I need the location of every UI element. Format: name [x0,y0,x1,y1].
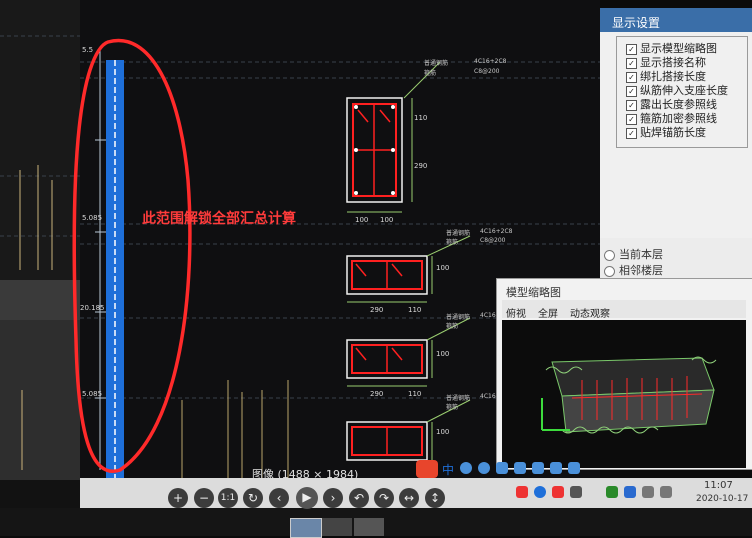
setting-label: 箍筋加密参照线 [640,112,717,125]
rebar-note: 普通钢筋 [446,314,471,321]
filmstrip-thumbnail[interactable] [354,518,384,536]
level-mark: 5.5 [82,46,94,54]
checkbox-icon[interactable]: ✓ [626,43,637,55]
checkbox-icon[interactable]: ✓ [626,71,637,83]
dimension-label: 290 [370,306,384,314]
rebar-note: 箍筋 [446,239,459,246]
rotate-left-button[interactable]: ↶ [349,488,369,508]
setting-label: 纵筋伸入支座长度 [640,84,728,97]
checkbox-icon[interactable]: ✓ [626,127,637,139]
rebar-note: 普通钢筋 [446,230,471,237]
radio-label: 当前本层 [619,248,663,261]
dimension-label: 100 [355,216,369,224]
previous-button[interactable]: ‹ [269,488,289,508]
setting-show-lap-name[interactable]: ✓ 显示搭接名称 [626,56,706,69]
rebar-note: 箍筋 [446,404,459,411]
setting-label: 贴焊锚筋长度 [640,126,706,139]
setting-label: 显示模型缩略图 [640,42,717,55]
section-1 [346,61,441,213]
rebar-note: 箍筋 [424,70,437,77]
dimension-label: 290 [414,162,428,170]
rebar-tag: C8@200 [480,237,506,244]
zoom-out-button[interactable]: − [194,488,214,508]
play-button[interactable]: ▶ [296,487,318,509]
radio-label: 相邻楼层 [619,264,663,277]
setting-stirrup-dense[interactable]: ✓ 箍筋加密参照线 [626,112,717,125]
settings-title: 显示设置 [612,16,661,30]
dimension-label: 110 [408,306,422,314]
level-mark: 5.085 [82,214,103,222]
punctuation-icon[interactable] [460,462,472,474]
actual-size-button[interactable]: 1:1 [218,488,238,508]
fit-button[interactable]: ↻ [243,488,263,508]
dimension-label: 290 [370,390,384,398]
thumbnail-title: 模型缩略图 [506,286,561,299]
level-mark: 5.085 [82,390,103,398]
dimension-label: 100 [436,264,450,272]
toolbox-icon[interactable] [568,462,580,474]
filmstrip-thumbnail[interactable] [322,518,352,536]
dimension-label: 100 [380,216,394,224]
tab-fullscreen[interactable]: 全屏 [538,305,558,320]
dimension-label: 100 [436,428,450,436]
dimension-label: 110 [408,390,422,398]
setting-anchor-length[interactable]: ✓ 纵筋伸入支座长度 [626,84,728,97]
annotation-ellipse [72,38,192,473]
level-mark: 20.185 [80,304,105,312]
model-3d-preview [541,356,717,434]
dimension-label: 110 [414,114,428,122]
rebar-tag: 4C16 [480,393,496,400]
clock-time[interactable]: 11:07 [704,480,733,491]
next-button[interactable]: › [323,488,343,508]
microphone-icon[interactable] [496,462,508,474]
radio-icon[interactable] [604,265,615,277]
rebar-note: 普通钢筋 [446,395,471,402]
setting-label: 露出长度参照线 [640,98,717,111]
rotate-right-button[interactable]: ↷ [374,488,394,508]
checkbox-icon[interactable]: ✓ [626,57,637,69]
rebar-note: 箍筋 [446,323,459,330]
radio-current-floor[interactable]: 当前本层 [604,246,663,262]
rebar-tag: 4C16+2C8 [480,228,513,235]
sogou-ime-icon[interactable] [416,460,438,478]
skin-icon[interactable] [532,462,544,474]
radio-icon[interactable] [604,249,615,261]
tray-app-icon[interactable] [606,486,618,498]
ime-mode-label[interactable]: 中 [442,461,454,478]
tray-app-icon[interactable] [516,486,528,498]
annotation-note: 此范围解锁全部汇总计算 [142,211,296,227]
keyboard-icon[interactable] [514,462,526,474]
checkbox-icon[interactable]: ✓ [626,113,637,125]
checkbox-icon[interactable]: ✓ [626,85,637,97]
flip-vertical-button[interactable]: ↕ [425,488,445,508]
emoji-icon[interactable] [478,462,490,474]
rebar-note: 普通钢筋 [424,60,449,67]
checkbox-icon[interactable]: ✓ [626,99,637,111]
tab-top-view[interactable]: 俯视 [506,305,526,320]
rebar-tag: 4C16+2C8 [474,58,507,65]
setting-label: 显示搭接名称 [640,56,706,69]
dimension-label: 100 [436,350,450,358]
zoom-in-button[interactable]: + [168,488,188,508]
tray-app-icon[interactable] [570,486,582,498]
clock-date[interactable]: 2020-10-17 [696,494,748,504]
tab-orbit[interactable]: 动态观察 [570,305,610,320]
rebar-tag: C8@200 [474,68,500,75]
filmstrip-thumbnail[interactable] [290,518,322,538]
help-icon[interactable] [534,486,546,498]
setting-weld-anchor[interactable]: ✓ 贴焊锚筋长度 [626,126,706,139]
radio-adjacent-floor[interactable]: 相邻楼层 [604,262,663,278]
shirt-icon[interactable] [550,462,562,474]
setting-label: 绑扎搭接长度 [640,70,706,83]
rebar-tag: 4C16 [480,312,496,319]
setting-lap-length[interactable]: ✓ 绑扎搭接长度 [626,70,706,83]
tray-app-icon[interactable] [552,486,564,498]
tray-app-icon[interactable] [624,486,636,498]
setting-exposed-length[interactable]: ✓ 露出长度参照线 [626,98,717,111]
flip-horizontal-button[interactable]: ↔ [399,488,419,508]
volume-icon[interactable] [660,486,672,498]
network-icon[interactable] [642,486,654,498]
setting-show-thumbnail[interactable]: ✓ 显示模型缩略图 [626,42,717,55]
